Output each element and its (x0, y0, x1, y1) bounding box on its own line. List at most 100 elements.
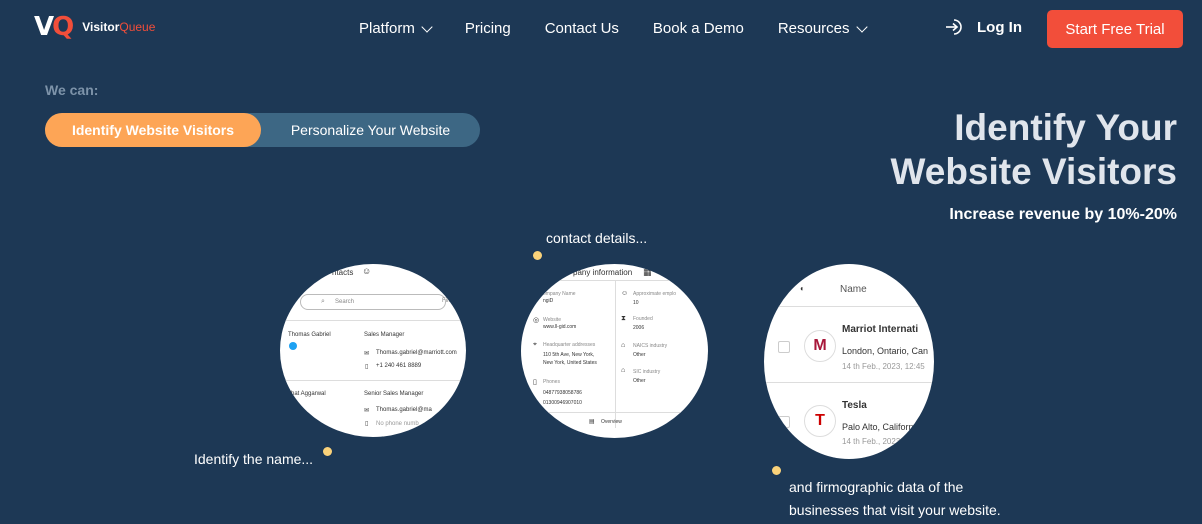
logo-mark-v: V (34, 12, 54, 42)
company-location: Palo Alto, Californ (842, 422, 914, 432)
document-icon: ▤ (589, 419, 595, 425)
phone-2: 01300946907010 (543, 400, 582, 406)
search-placeholder: Search (335, 299, 355, 305)
phones-label: Phones (543, 379, 560, 385)
contact-name: Thomas Gabriel (288, 332, 331, 338)
nav-resources-label: Resources (777, 20, 850, 37)
marriott-logo: M (804, 330, 836, 362)
subheadline: Increase revenue by 10%-20% (949, 206, 1177, 223)
building-icon: ▦ (643, 267, 652, 277)
website-label: Website (543, 317, 561, 323)
contacts-preview-circle: ntacts ☺ ⌕ Search Filt Thomas Gabriel Sa… (280, 264, 466, 437)
nav-pricing[interactable]: Pricing (465, 20, 511, 37)
people-icon: ☺ (621, 290, 629, 297)
nav-contact-label: Contact Us (544, 20, 619, 37)
logo-mark: VQ (34, 12, 74, 42)
contact-title: Sales Manager (364, 332, 405, 338)
caption-firmographic: and firmographic data of the businesses … (789, 476, 1001, 522)
contact-email[interactable]: Thomas.gabriel@marriott.com (376, 350, 457, 356)
logo-mark-q: Q (52, 12, 74, 42)
caption-firmographic-line-2: businesses that visit your website. (789, 502, 1001, 518)
toggle-personalize-website[interactable]: Personalize Your Website (261, 113, 480, 147)
founded-value: 2006 (633, 325, 645, 331)
nav-pricing-label: Pricing (464, 20, 511, 37)
twitter-icon[interactable] (289, 342, 297, 350)
visit-date: 14 th Feb., 2023 (842, 437, 901, 446)
contact-name: shat Aggarwal (288, 391, 326, 397)
bullet-dot (772, 466, 781, 475)
globe-icon: ◎ (533, 317, 540, 324)
phone-icon: ▯ (365, 421, 369, 427)
column-divider (615, 280, 616, 428)
contact-title: Senior Sales Manager (364, 391, 424, 397)
contact-phone[interactable]: +1 240 461 8889 (376, 363, 421, 369)
nav-platform[interactable]: Platform (359, 20, 433, 37)
filter-label: Filt (442, 298, 450, 304)
sic-value: Other (633, 378, 646, 384)
contact-phone: No phone numb (376, 421, 419, 427)
logo-name-main: Visitor (82, 20, 120, 34)
row-checkbox[interactable] (778, 341, 790, 353)
hq-label: Headquarter addresses (543, 342, 596, 348)
hourglass-icon: ⧗ (621, 315, 626, 322)
logo[interactable]: VQ VisitorQueue (34, 12, 155, 42)
company-info-preview-circle: pany information ▦ ompany Name ngiD ◎ We… (521, 264, 708, 438)
chevron-down-icon (855, 20, 868, 33)
website-value[interactable]: www.ll-gid.com (543, 324, 576, 330)
company-name-link[interactable]: Marriot Internati (842, 324, 918, 335)
login-label: Log In (977, 18, 1022, 36)
company-name-value: ngiD (543, 298, 554, 304)
company-info-tab-label: pany information (573, 268, 633, 277)
company-location: London, Ontario, Can (842, 346, 929, 356)
company-name-label: ompany Name (543, 291, 576, 297)
phone-icon: ▯ (533, 379, 537, 386)
we-can-label: We can: (45, 82, 99, 98)
headline-line-1: Identify Your (954, 107, 1177, 148)
overview-label: Overview (601, 419, 622, 425)
contacts-search-input[interactable]: ⌕ Search (300, 294, 446, 310)
login-link[interactable]: Log In (945, 17, 1022, 37)
hq-line-2: New York, United States (543, 360, 597, 366)
factory-icon: ⌂ (621, 367, 626, 374)
main-nav: Platform Pricing Contact Us Book a Demo … (359, 20, 868, 37)
headline-line-2: Website Visitors (890, 151, 1177, 192)
company-name-link[interactable]: Tesla (842, 400, 867, 411)
login-icon (945, 17, 965, 37)
location-icon: ⌖ (533, 341, 537, 348)
naics-label: NAICS industry (633, 343, 668, 349)
row-checkbox[interactable] (778, 416, 790, 428)
start-free-trial-button[interactable]: Start Free Trial (1047, 10, 1183, 48)
factory-icon: ⌂ (621, 342, 626, 349)
caption-contact-details: contact details... (546, 230, 648, 246)
contacts-tab-label: ntacts (332, 268, 354, 277)
companies-preview-circle: ◐ Name M Marriot Internati London, Ontar… (764, 264, 934, 459)
employees-label: Approximate emplo (633, 291, 677, 297)
page-title: Identify Your Website Visitors (890, 106, 1177, 194)
divider (764, 382, 934, 383)
name-column-header: Name (840, 284, 867, 295)
phone-icon: ▯ (365, 364, 369, 370)
caption-firmographic-line-1: and firmographic data of the (789, 479, 964, 495)
search-icon: ⌕ (321, 298, 325, 305)
chevron-down-icon (421, 20, 433, 33)
nav-platform-label: Platform (359, 20, 415, 37)
sic-label: SIC industry (633, 369, 661, 375)
nav-book-demo[interactable]: Book a Demo (653, 20, 744, 37)
nav-contact-us[interactable]: Contact Us (545, 20, 619, 37)
divider (521, 412, 708, 413)
mail-icon: ✉ (364, 351, 370, 357)
contact-email[interactable]: Thomas.gabriel@ma (376, 407, 432, 413)
divider (280, 320, 466, 321)
toggle-identify-visitors[interactable]: Identify Website Visitors (45, 113, 261, 147)
phone-1: 04877938058786 (543, 390, 582, 396)
logo-wordmark: VisitorQueue (82, 20, 155, 34)
hq-line-1: 110 5th Ave, New York, (543, 352, 595, 358)
user-icon: ☺ (362, 266, 372, 276)
feature-toggle: Identify Website Visitors Personalize Yo… (45, 113, 480, 147)
employees-value: 10 (633, 300, 639, 306)
naics-value: Other (633, 352, 646, 358)
founded-label: Founded (633, 316, 653, 322)
logo-name-q: Queue (119, 20, 156, 34)
nav-resources[interactable]: Resources (777, 20, 868, 37)
sort-icon: ◐ (800, 284, 805, 293)
